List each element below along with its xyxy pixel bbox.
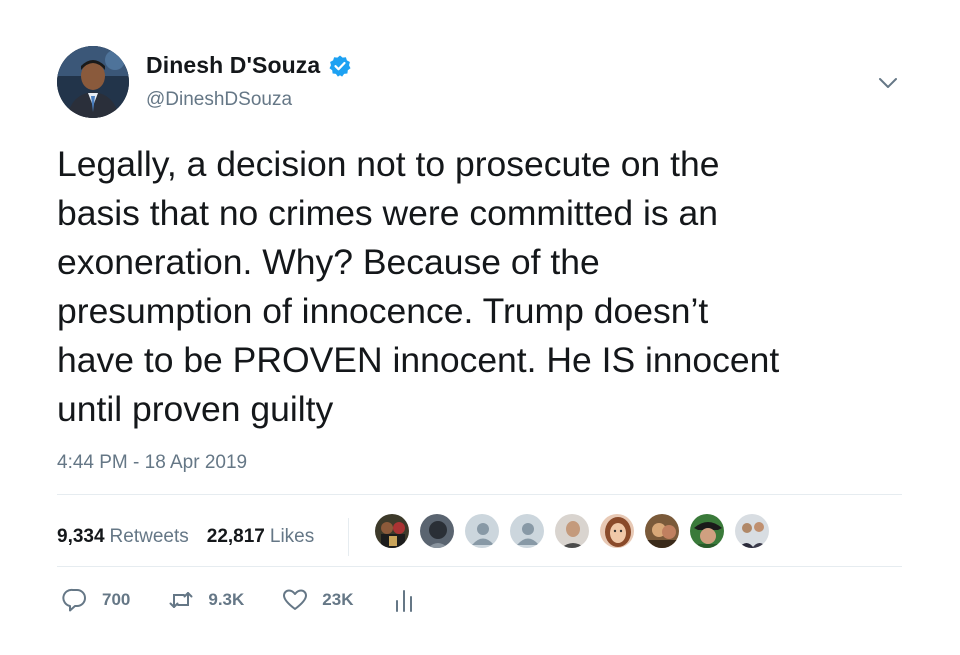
tweet-text-line: exoneration. Why? Because of the (57, 242, 600, 282)
tweet-text-line: until proven guilty (57, 389, 334, 429)
liker-avatar[interactable] (374, 513, 410, 549)
retweets-count: 9,334 (57, 526, 105, 547)
tweet-text-line: basis that no crimes were committed is a… (57, 193, 718, 233)
like-count: 23K (322, 590, 354, 609)
stats-separator (348, 518, 350, 556)
tweet-text-line: presumption of innocence. Trump doesn’t (57, 291, 709, 331)
likes-stat[interactable]: 22,817 Likes (207, 526, 314, 548)
divider (57, 566, 902, 567)
like-icon (283, 589, 308, 610)
analytics-icon (396, 590, 413, 612)
liker-avatars (374, 513, 779, 549)
tweet-text: Legally, a decision not to prosecute on … (57, 140, 927, 434)
analytics-button[interactable] (391, 587, 431, 613)
tweet-stats: 9,334 Retweets 22,817 Likes (57, 518, 350, 556)
tweet-text-line: have to be PROVEN innocent. He IS innoce… (57, 340, 780, 380)
author-display-name[interactable]: Dinesh D'Souza (146, 52, 320, 79)
tweet-timestamp[interactable]: 4:44 PM - 18 Apr 2019 (57, 452, 247, 474)
retweet-button[interactable]: 9.3K (168, 587, 244, 613)
tweet-card: Dinesh D'Souza @DineshDSouza Legally, a … (0, 0, 960, 655)
retweet-count: 9.3K (208, 590, 245, 609)
likes-label: Likes (269, 526, 315, 547)
liker-avatar[interactable] (689, 513, 725, 549)
tweet-text-line: Legally, a decision not to prosecute on … (57, 144, 720, 184)
like-button[interactable]: 23K (282, 587, 353, 613)
retweets-stat[interactable]: 9,334 Retweets (57, 526, 189, 548)
author-handle[interactable]: @DineshDSouza (146, 89, 292, 111)
liker-avatar[interactable] (419, 513, 455, 549)
author-avatar[interactable] (57, 46, 129, 118)
reply-count: 700 (102, 590, 131, 609)
default-avatar[interactable] (509, 513, 545, 549)
retweets-label: Retweets (109, 526, 189, 547)
likes-count: 22,817 (206, 526, 265, 547)
verified-badge-icon (328, 54, 352, 78)
chevron-down-icon[interactable] (876, 74, 900, 92)
retweet-icon (169, 592, 193, 608)
liker-avatar[interactable] (644, 513, 680, 549)
tweet-actions: 700 9.3K 23K (62, 587, 469, 613)
liker-avatar[interactable] (599, 513, 635, 549)
divider (57, 494, 902, 495)
default-avatar[interactable] (464, 513, 500, 549)
reply-button[interactable]: 700 (62, 587, 130, 613)
reply-icon (62, 588, 86, 612)
liker-avatar[interactable] (734, 513, 770, 549)
liker-avatar[interactable] (554, 513, 590, 549)
